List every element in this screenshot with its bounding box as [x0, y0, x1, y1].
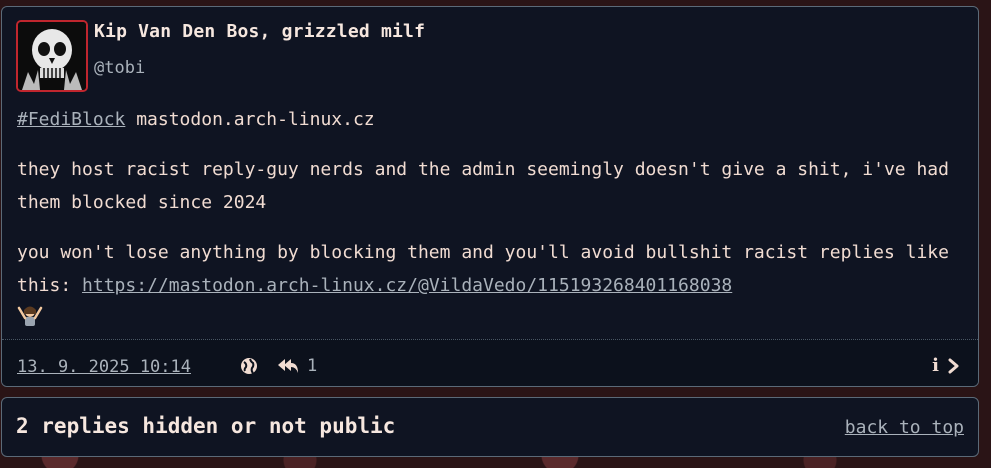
- hidden-replies-text: 2 replies hidden or not public: [16, 414, 396, 438]
- globe-icon: [239, 356, 259, 380]
- post-date-link[interactable]: 13. 9. 2025 10:14: [17, 357, 191, 377]
- chevron-right-icon[interactable]: [947, 358, 961, 378]
- post-content: #FediBlock mastodon.arch-linux.cz they h…: [17, 103, 972, 356]
- post-card: Kip Van Den Bos, grizzled milf @tobi #Fe…: [1, 6, 979, 387]
- back-to-top-link[interactable]: back to top: [845, 417, 964, 438]
- reply-all-icon: [278, 359, 298, 373]
- hashtag-link[interactable]: #FediBlock: [17, 109, 125, 130]
- skull-avatar-image: [18, 22, 86, 90]
- paragraph-1: #FediBlock mastodon.arch-linux.cz: [17, 103, 972, 136]
- paragraph-2: they host racist reply-guy nerds and the…: [17, 159, 949, 213]
- domain-text: mastodon.arch-linux.cz: [125, 109, 375, 130]
- status-link[interactable]: https://mastodon.arch-linux.cz/@VildaVed…: [82, 275, 732, 296]
- post-footer: 13. 9. 2025 10:14 1 i: [2, 339, 978, 386]
- person-raising-hands-emoji: [17, 302, 43, 339]
- paragraph-3: you won't lose anything by blocking them…: [17, 236, 972, 339]
- reply-count: 1: [307, 356, 318, 376]
- avatar[interactable]: [16, 20, 88, 92]
- author-name[interactable]: Kip Van Den Bos, grizzled milf: [94, 21, 425, 42]
- reply-button[interactable]: 1: [276, 356, 317, 376]
- author-handle[interactable]: @tobi: [94, 58, 145, 78]
- info-icon[interactable]: i: [932, 355, 939, 376]
- hidden-replies-notice: 2 replies hidden or not public back to t…: [1, 397, 979, 457]
